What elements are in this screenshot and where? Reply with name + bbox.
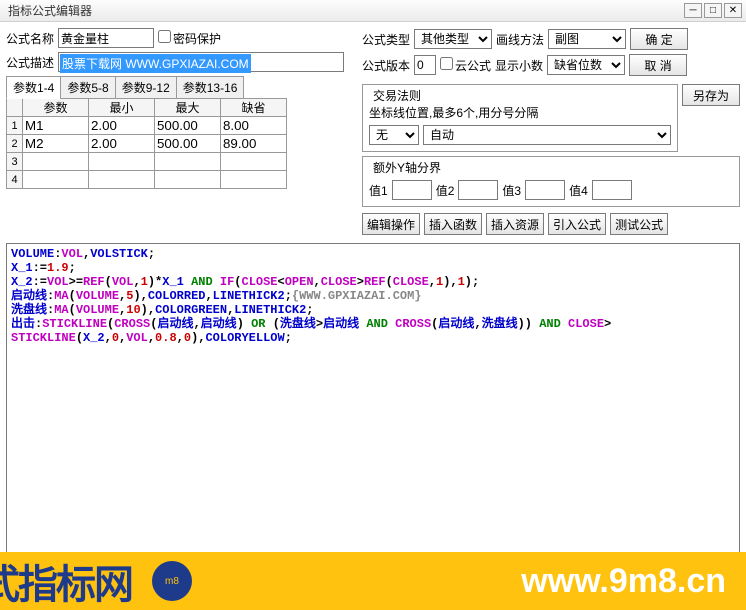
version-input[interactable] [414,55,436,75]
trade-rule-legend: 交易法则 [369,87,425,104]
axis-v1-input[interactable] [392,180,432,200]
param-max[interactable] [155,171,220,188]
password-checkbox[interactable] [158,30,171,43]
draw-method-label: 画线方法 [496,31,544,48]
maximize-button[interactable]: □ [704,3,722,18]
param-min[interactable] [89,171,154,188]
trade-rule-select2[interactable]: 自动 [423,125,671,145]
window-title: 指标公式编辑器 [4,2,682,19]
titlebar: 指标公式编辑器 ─ □ ✕ [0,0,746,22]
formula-desc-label: 公式描述 [6,54,54,71]
code-editor[interactable]: VOLUME:VOL,VOLSTICK;X_1:=1.9;X_2:=VOL>=R… [6,243,740,563]
trade-rule-group: 交易法则 坐标线位置,最多6个,用分号分隔 无 自动 [362,84,678,152]
axis-v3-input[interactable] [525,180,565,200]
cancel-button[interactable]: 取 消 [629,54,687,76]
minimize-button[interactable]: ─ [684,3,702,18]
formula-type-label: 公式类型 [362,31,410,48]
test-formula-button[interactable]: 测试公式 [610,213,668,235]
edit-op-button[interactable]: 编辑操作 [362,213,420,235]
tab-params-9-12[interactable]: 参数9-12 [115,76,177,99]
param-min[interactable] [89,135,154,152]
close-button[interactable]: ✕ [724,3,742,18]
param-def[interactable] [221,153,286,170]
banner-url: www.9m8.cn [521,562,726,601]
axis-v2-input[interactable] [458,180,498,200]
param-max[interactable] [155,153,220,170]
banner-left-text: 式指标网 [0,552,132,610]
param-table: 参数最小最大缺省 1 2 3 4 [6,98,287,189]
param-name[interactable] [23,135,88,152]
param-name[interactable] [23,117,88,134]
insert-res-button[interactable]: 插入资源 [486,213,544,235]
extra-axis-legend: 额外Y轴分界 [369,159,445,176]
param-def[interactable] [221,135,286,152]
decimal-select[interactable]: 缺省位数 [547,55,625,75]
param-max[interactable] [155,135,220,152]
param-name[interactable] [23,153,88,170]
version-label: 公式版本 [362,57,410,74]
param-def[interactable] [221,171,286,188]
param-min[interactable] [89,117,154,134]
param-name[interactable] [23,171,88,188]
param-def[interactable] [221,117,286,134]
banner-logo-icon: m8 [152,561,192,601]
param-row: 1 [7,117,287,135]
cloud-checkbox-label[interactable]: 云公式 [440,57,491,74]
password-checkbox-label[interactable]: 密码保护 [158,30,221,47]
trade-rule-hint: 坐标线位置,最多6个,用分号分隔 [369,104,671,121]
tab-params-13-16[interactable]: 参数13-16 [176,76,245,99]
ok-button[interactable]: 确 定 [630,28,688,50]
watermark-banner: 式指标网 m8 www.9m8.cn [0,552,746,610]
formula-name-label: 公式名称 [6,30,54,47]
decimal-label: 显示小数 [495,57,543,74]
param-tabs: 参数1-4 参数5-8 参数9-12 参数13-16 [6,76,356,99]
axis-v4-input[interactable] [592,180,632,200]
tab-params-1-4[interactable]: 参数1-4 [6,76,61,99]
extra-axis-group: 额外Y轴分界 值1 值2 值3 值4 [362,156,740,207]
formula-desc-input[interactable]: 股票下载网 WWW.GPXIAZAI.COM [58,52,344,72]
param-row: 4 [7,171,287,189]
param-max[interactable] [155,117,220,134]
param-row: 2 [7,135,287,153]
param-min[interactable] [89,153,154,170]
trade-rule-select1[interactable]: 无 [369,125,419,145]
save-as-button[interactable]: 另存为 [682,84,740,106]
tab-params-5-8[interactable]: 参数5-8 [60,76,115,99]
import-formula-button[interactable]: 引入公式 [548,213,606,235]
draw-method-select[interactable]: 副图 [548,29,626,49]
insert-fn-button[interactable]: 插入函数 [424,213,482,235]
formula-name-input[interactable] [58,28,154,48]
formula-type-select[interactable]: 其他类型 [414,29,492,49]
cloud-checkbox[interactable] [440,57,453,70]
param-row: 3 [7,153,287,171]
